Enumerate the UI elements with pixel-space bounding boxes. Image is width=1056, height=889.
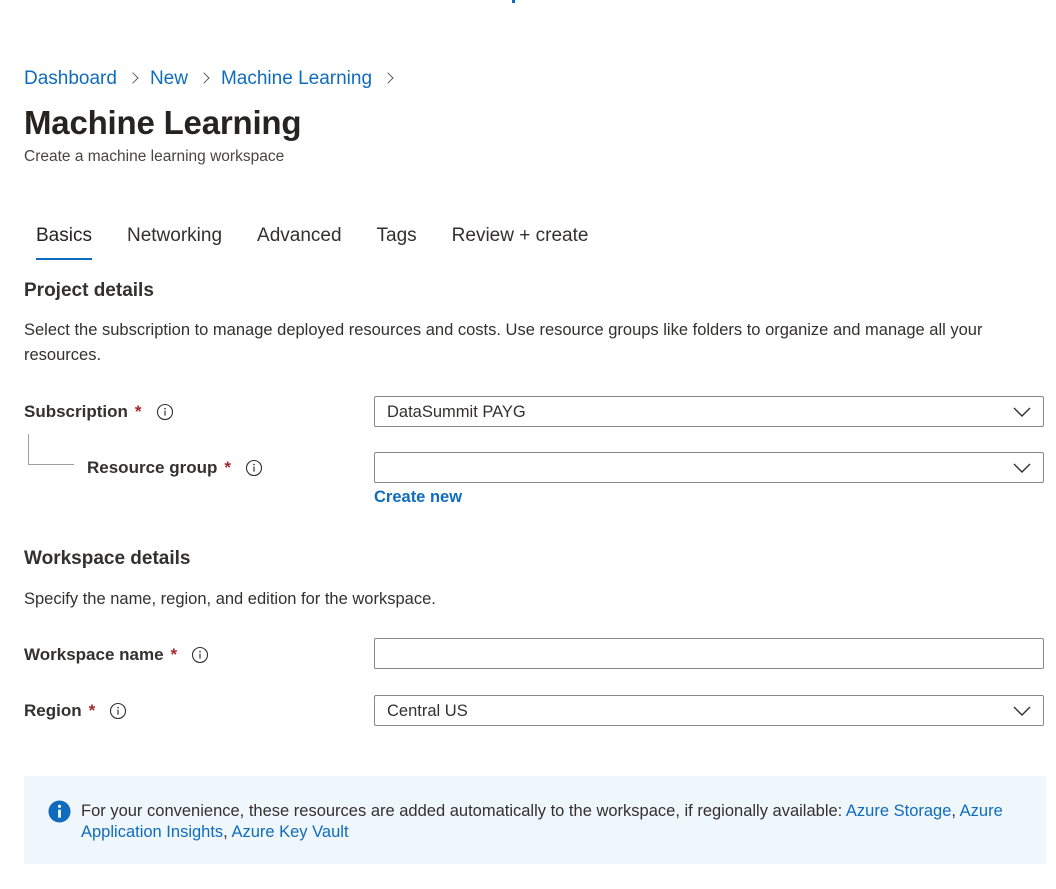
required-marker: * — [134, 402, 142, 421]
chevron-right-icon — [129, 69, 139, 89]
subscription-label-text: Subscription — [24, 402, 128, 421]
workspace-details-heading: Workspace details — [24, 548, 191, 569]
subscription-label: Subscription * — [24, 396, 174, 428]
progress-indicator — [512, 0, 515, 3]
tab-bar: Basics Networking Advanced Tags Review +… — [24, 222, 611, 262]
info-message-body: For your convenience, these resources ar… — [81, 802, 846, 820]
required-marker: * — [224, 458, 231, 477]
chevron-down-icon — [1013, 463, 1031, 473]
tab-networking[interactable]: Networking — [115, 222, 234, 260]
tab-review-create[interactable]: Review + create — [440, 222, 601, 260]
chevron-down-icon — [1013, 706, 1031, 716]
project-details-description: Select the subscription to manage deploy… — [24, 321, 983, 364]
info-message-bar: For your convenience, these resources ar… — [24, 776, 1046, 864]
info-separator: , — [951, 802, 960, 820]
workspace-name-input[interactable] — [374, 638, 1044, 669]
region-label: Region * — [24, 695, 127, 727]
workspace-details-description: Specify the name, region, and edition fo… — [24, 590, 436, 608]
page-title: Machine Learning — [24, 104, 302, 141]
info-filled-icon — [48, 800, 71, 823]
info-circle-icon[interactable] — [245, 459, 263, 477]
breadcrumb-new[interactable]: New — [150, 68, 188, 90]
info-message-text: For your convenience, these resources ar… — [81, 801, 1031, 843]
required-marker: * — [88, 701, 96, 720]
chevron-right-icon — [200, 69, 210, 89]
info-circle-icon[interactable] — [156, 403, 174, 421]
tab-basics[interactable]: Basics — [24, 222, 104, 260]
breadcrumb-dashboard[interactable]: Dashboard — [24, 68, 117, 90]
info-circle-icon[interactable] — [109, 702, 127, 720]
required-marker: * — [170, 645, 178, 664]
resource-group-dropdown[interactable] — [374, 452, 1044, 483]
workspace-name-label: Workspace name * — [24, 639, 209, 671]
chevron-down-icon — [1013, 407, 1031, 417]
resource-group-label: Resource group * — [87, 452, 263, 484]
breadcrumb-machine-learning[interactable]: Machine Learning — [221, 68, 372, 90]
region-dropdown[interactable]: Central US — [374, 695, 1044, 726]
breadcrumb: Dashboard New Machine Learning — [24, 66, 405, 92]
subscription-dropdown[interactable]: DataSummit PAYG — [374, 396, 1044, 427]
azure-key-vault-link[interactable]: Azure Key Vault — [231, 823, 348, 841]
create-new-link[interactable]: Create new — [374, 488, 462, 507]
resource-group-label-text: Resource group — [87, 458, 218, 477]
tab-advanced[interactable]: Advanced — [245, 222, 354, 260]
project-details-heading: Project details — [24, 280, 154, 301]
tab-tags[interactable]: Tags — [365, 222, 429, 260]
azure-storage-link[interactable]: Azure Storage — [846, 802, 951, 820]
region-value: Central US — [387, 702, 468, 720]
info-circle-icon[interactable] — [191, 646, 209, 664]
tree-connector — [28, 434, 74, 465]
chevron-right-icon — [384, 69, 394, 89]
workspace-name-label-text: Workspace name — [24, 645, 164, 664]
subscription-value: DataSummit PAYG — [387, 403, 526, 421]
page-subtitle: Create a machine learning workspace — [24, 148, 285, 165]
region-label-text: Region — [24, 701, 82, 720]
